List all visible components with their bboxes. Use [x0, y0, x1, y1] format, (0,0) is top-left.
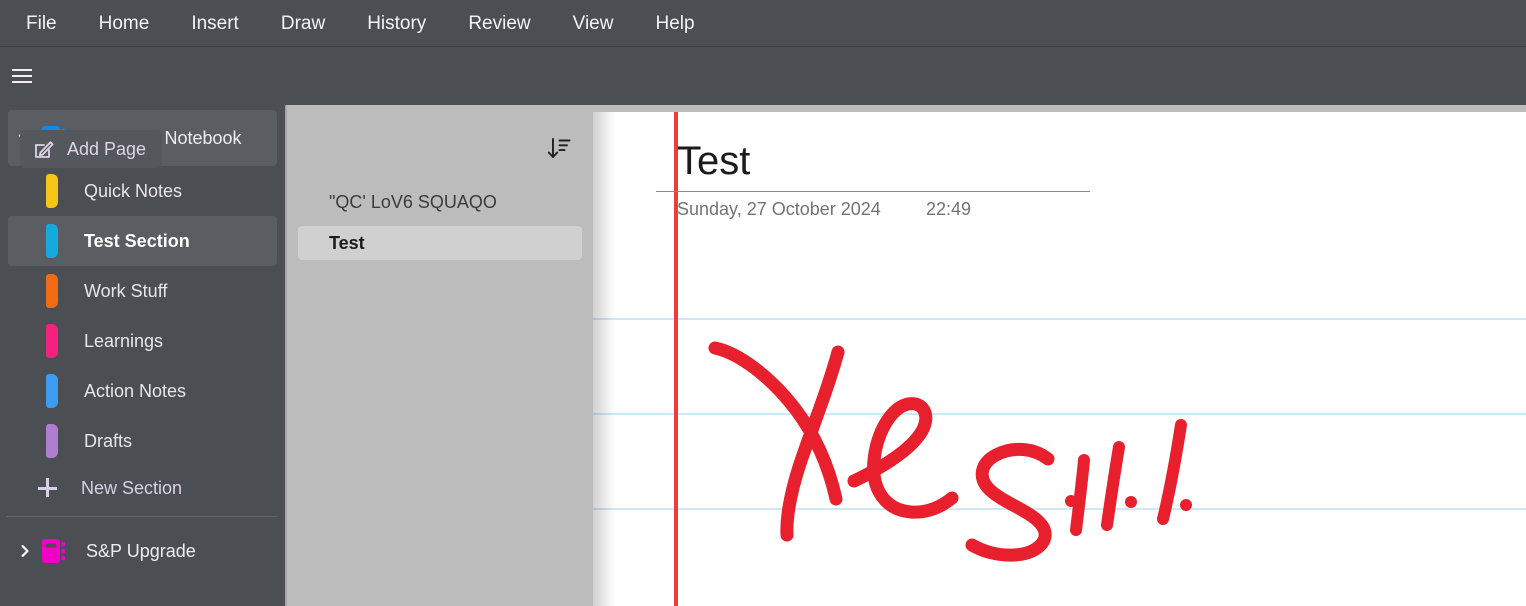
plus-icon — [38, 478, 58, 498]
sidebar-section-work-stuff[interactable]: Work Stuff — [8, 266, 277, 316]
menu-item-help[interactable]: Help — [653, 10, 696, 37]
sidebar-section-test-section[interactable]: Test Section — [8, 216, 277, 266]
page-time[interactable]: 22:49 — [926, 199, 971, 220]
ruled-line — [593, 318, 1526, 320]
page-date[interactable]: Sunday, 27 October 2024 — [677, 199, 881, 220]
section-color-tab — [46, 324, 58, 358]
hamburger-bar — [12, 75, 32, 77]
hamburger-bar — [12, 81, 32, 83]
navigation-pane: Adaeze's Notebook Quick Notes Test Secti… — [0, 105, 285, 606]
section-label: Action Notes — [84, 380, 187, 401]
add-page-button[interactable]: Add Page — [20, 130, 163, 168]
page-title[interactable]: Test — [677, 138, 750, 184]
onenote-window: File Home Insert Draw History Review Vie… — [0, 0, 1526, 606]
new-section-button[interactable]: New Section — [8, 466, 277, 510]
section-color-tab — [46, 224, 58, 258]
menu-item-file[interactable]: File — [24, 10, 59, 37]
page-list-pane — [285, 105, 593, 606]
canvas-left-shadow — [593, 112, 615, 606]
tool-strip — [0, 47, 1526, 105]
page-list-item-label: "QC' LoV6 SQUAQO — [329, 191, 497, 212]
notebook-label: S&P Upgrade — [86, 540, 196, 561]
sidebar-section-action-notes[interactable]: Action Notes — [8, 366, 277, 416]
section-label: Test Section — [84, 230, 190, 251]
section-color-tab — [46, 424, 58, 458]
sidebar-section-quick-notes[interactable]: Quick Notes — [8, 166, 277, 216]
section-label: Work Stuff — [84, 280, 168, 301]
menu-bar: File Home Insert Draw History Review Vie… — [0, 0, 1526, 47]
title-underline — [656, 191, 1090, 192]
page-list-item-label: Test — [329, 232, 365, 253]
new-section-label: New Section — [81, 477, 183, 498]
menu-item-history[interactable]: History — [365, 10, 428, 37]
notebook-item-sp-upgrade[interactable]: S&P Upgrade — [8, 523, 277, 579]
margin-rule-line — [674, 112, 678, 606]
menu-item-home[interactable]: Home — [97, 10, 152, 37]
canvas-top-strip — [593, 105, 1526, 112]
menu-item-draw[interactable]: Draw — [279, 10, 327, 37]
section-color-tab — [46, 174, 58, 208]
menu-item-insert[interactable]: Insert — [189, 10, 241, 37]
sidebar-section-drafts[interactable]: Drafts — [8, 416, 277, 466]
page-list-item-test[interactable]: Test — [298, 226, 582, 260]
section-color-tab — [46, 274, 58, 308]
section-color-tab — [46, 374, 58, 408]
page-list-item-qc[interactable]: "QC' LoV6 SQUAQO — [298, 185, 582, 219]
note-canvas[interactable]: Test Sunday, 27 October 2024 22:49 — [593, 105, 1526, 606]
section-label: Drafts — [84, 430, 133, 451]
nav-divider — [6, 516, 277, 517]
section-label: Learnings — [84, 330, 164, 351]
ink-dot — [1125, 496, 1137, 508]
edit-square-icon — [33, 138, 55, 160]
ruled-line — [593, 413, 1526, 415]
add-page-label: Add Page — [67, 138, 147, 159]
menu-item-view[interactable]: View — [571, 10, 616, 37]
sidebar-section-learnings[interactable]: Learnings — [8, 316, 277, 366]
sort-descending-icon[interactable] — [543, 133, 575, 165]
hamburger-bar — [12, 69, 32, 71]
menu-item-review[interactable]: Review — [466, 10, 532, 37]
ink-dot — [1065, 495, 1077, 507]
notebook-icon — [42, 537, 72, 565]
chevron-right-icon[interactable] — [8, 542, 42, 560]
ruled-line — [593, 508, 1526, 510]
section-label: Quick Notes — [84, 180, 183, 201]
hamburger-icon[interactable] — [12, 66, 34, 86]
